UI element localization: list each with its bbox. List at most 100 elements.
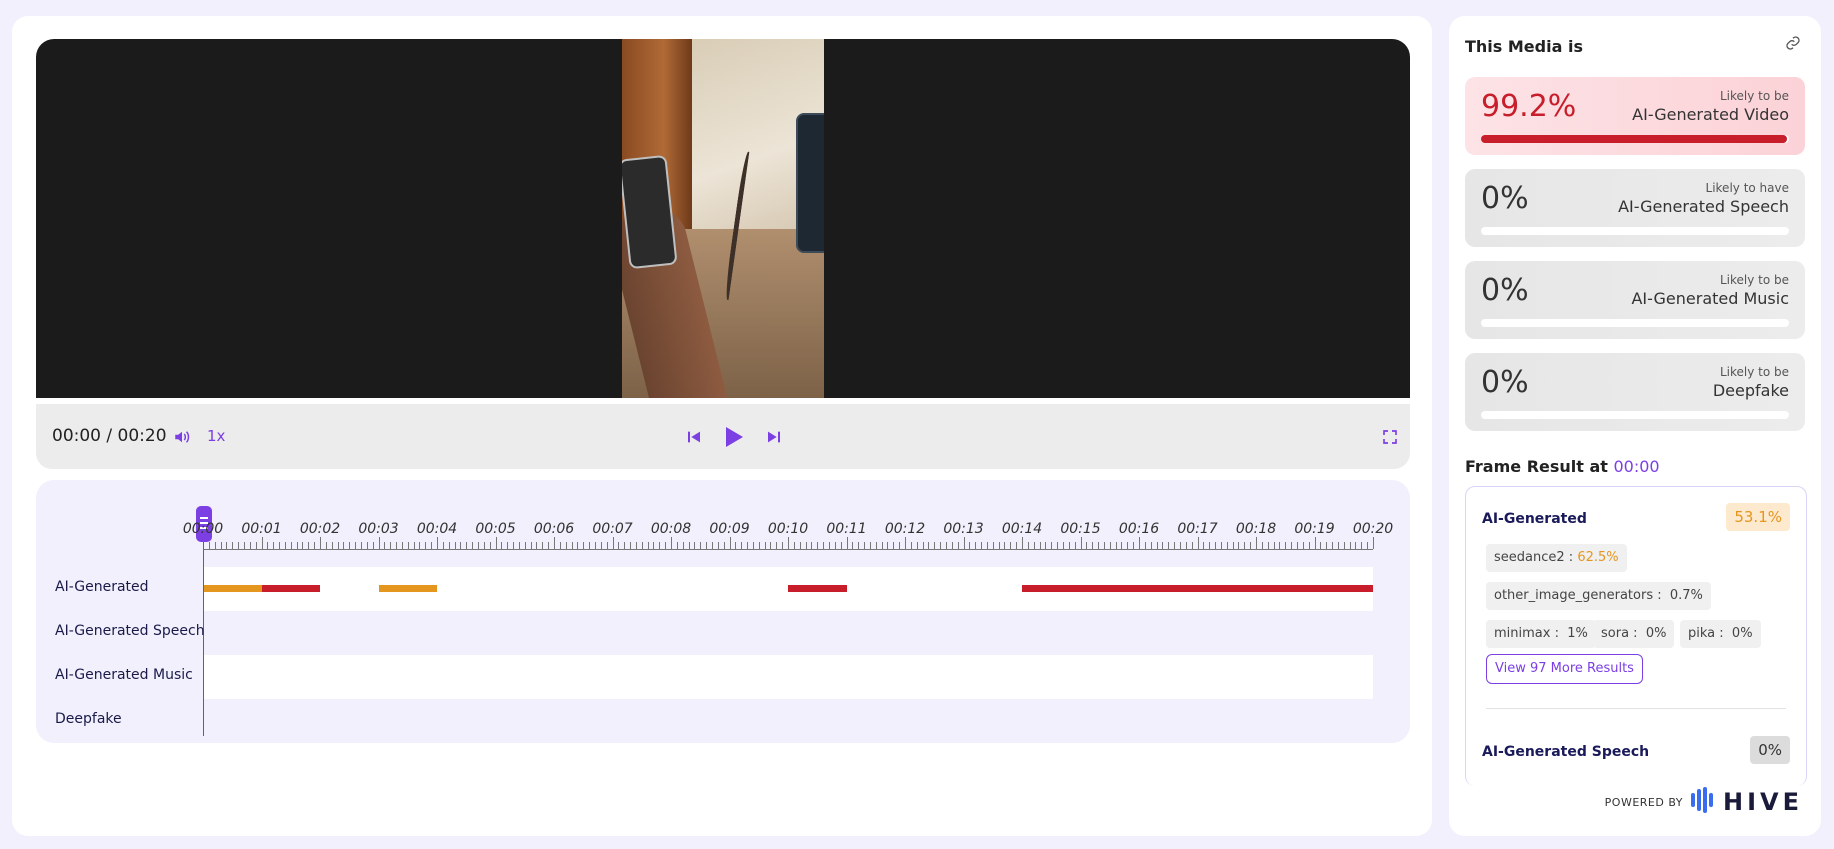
ruler-tick — [1098, 542, 1100, 549]
track-row[interactable] — [203, 655, 1373, 699]
track-row[interactable] — [203, 699, 1373, 743]
ruler-tick — [390, 542, 392, 549]
ruler-tick — [530, 542, 532, 549]
ruler-tick — [1320, 542, 1322, 549]
ruler-tick — [612, 537, 614, 549]
ruler-tick — [682, 542, 684, 549]
ruler-tick — [1215, 542, 1217, 549]
ruler-tick — [1133, 542, 1135, 549]
ruler-tick — [384, 542, 386, 549]
ruler-tick — [1168, 542, 1170, 549]
frame-speech-score-badge: 0% — [1750, 736, 1790, 764]
tick-label: 00:18 — [1235, 521, 1277, 537]
fullscreen-icon[interactable] — [1380, 427, 1400, 447]
ruler-tick — [934, 542, 936, 549]
ruler-tick — [501, 542, 503, 549]
ruler-tick — [1045, 542, 1047, 549]
skip-forward-icon[interactable] — [764, 427, 784, 447]
model-chip: pika : 0% — [1680, 620, 1761, 648]
score-qualifier: Likely to be — [1719, 365, 1789, 379]
ruler-tick — [852, 542, 854, 549]
frame-result-box: AI-Generated 53.1% seedance2 : 62.5% oth… — [1465, 486, 1807, 786]
ruler-tick — [1150, 542, 1152, 549]
score-name: AI-Generated Speech — [1618, 197, 1789, 216]
ruler-tick — [659, 542, 661, 549]
ruler-tick — [1314, 537, 1316, 549]
score-value: 99.2% — [1481, 89, 1577, 124]
score-card-ai-music: 0% Likely to be AI-Generated Music — [1465, 261, 1805, 339]
detection-timeline[interactable]: 00:00 00:01 00:02 00:03 00:04 00:05 00:06 00:07… — [36, 480, 1410, 743]
ruler-tick — [589, 542, 591, 549]
score-value: 0% — [1481, 181, 1529, 216]
ruler-tick — [1127, 542, 1129, 549]
video-frame — [622, 39, 824, 398]
score-card-ai-speech: 0% Likely to have AI-Generated Speech — [1465, 169, 1805, 247]
ruler-tick — [1016, 542, 1018, 549]
ruler-tick — [805, 542, 807, 549]
ruler-tick — [1068, 542, 1070, 549]
ruler-tick — [635, 542, 637, 549]
ruler-tick — [1062, 542, 1064, 549]
ruler-tick — [583, 542, 585, 549]
tick-label: 00:00 — [182, 521, 224, 537]
ruler-tick — [419, 542, 421, 549]
score-bar — [1481, 227, 1789, 235]
time-ruler[interactable] — [203, 537, 1374, 550]
volume-icon[interactable] — [172, 427, 192, 447]
ruler-tick — [881, 542, 883, 549]
ruler-tick — [1296, 542, 1298, 549]
frame-phone-right — [796, 113, 824, 253]
ruler-tick — [1051, 542, 1053, 549]
ruler-tick — [618, 542, 620, 549]
detection-segment[interactable] — [203, 585, 262, 592]
ruler-tick — [355, 542, 357, 549]
link-icon[interactable] — [1785, 35, 1803, 53]
ruler-tick — [793, 542, 795, 549]
ruler-tick — [343, 542, 345, 549]
ruler-tick — [1027, 542, 1029, 549]
track-row[interactable] — [203, 567, 1373, 611]
panel-title: This Media is — [1465, 37, 1583, 56]
track-label: AI-Generated — [55, 579, 149, 595]
detection-segment[interactable] — [1022, 585, 1373, 592]
score-value: 0% — [1481, 365, 1529, 400]
tick-label: 00:16 — [1118, 521, 1160, 537]
ruler-tick — [308, 542, 310, 549]
track-row[interactable] — [203, 611, 1373, 655]
tick-label: 00:12 — [884, 521, 926, 537]
ruler-tick — [1226, 542, 1228, 549]
ruler-tick — [483, 542, 485, 549]
ruler-tick — [477, 542, 479, 549]
chip-value: 62.5% — [1577, 550, 1619, 565]
tick-label: 00:13 — [943, 521, 984, 537]
ruler-tick — [782, 542, 784, 549]
tick-label: 00:17 — [1177, 521, 1218, 537]
ruler-tick — [594, 542, 596, 549]
view-more-results-button[interactable]: View 97 More Results — [1486, 654, 1643, 684]
hive-logo-icon — [1691, 787, 1715, 817]
ruler-tick — [1162, 542, 1164, 549]
detection-segment[interactable] — [378, 585, 437, 592]
video-viewport[interactable] — [36, 39, 1410, 398]
score-qualifier: Likely to have — [1705, 181, 1789, 195]
ruler-tick — [1355, 542, 1357, 549]
score-card-deepfake: 0% Likely to be Deepfake — [1465, 353, 1805, 431]
frame-result-time: 00:00 — [1613, 457, 1660, 476]
detection-segment[interactable] — [261, 585, 320, 592]
ruler-tick — [869, 542, 871, 549]
ruler-tick — [630, 542, 632, 549]
ruler-tick — [940, 542, 942, 549]
tick-label: 00:02 — [299, 521, 341, 537]
ruler-tick — [858, 542, 860, 549]
powered-by-text: POWERED BY — [1604, 795, 1684, 809]
skip-back-icon[interactable] — [684, 427, 704, 447]
player-controls: 00:00 / 00:20 1x — [36, 404, 1410, 469]
frame-result-label: Frame Result at — [1465, 457, 1608, 476]
ruler-tick — [1074, 542, 1076, 549]
playback-speed-button[interactable]: 1x — [207, 427, 225, 445]
ruler-tick — [1010, 542, 1012, 549]
ruler-tick — [513, 542, 515, 549]
ruler-tick — [1156, 542, 1158, 549]
play-icon[interactable] — [721, 424, 747, 450]
detection-segment[interactable] — [788, 585, 847, 592]
